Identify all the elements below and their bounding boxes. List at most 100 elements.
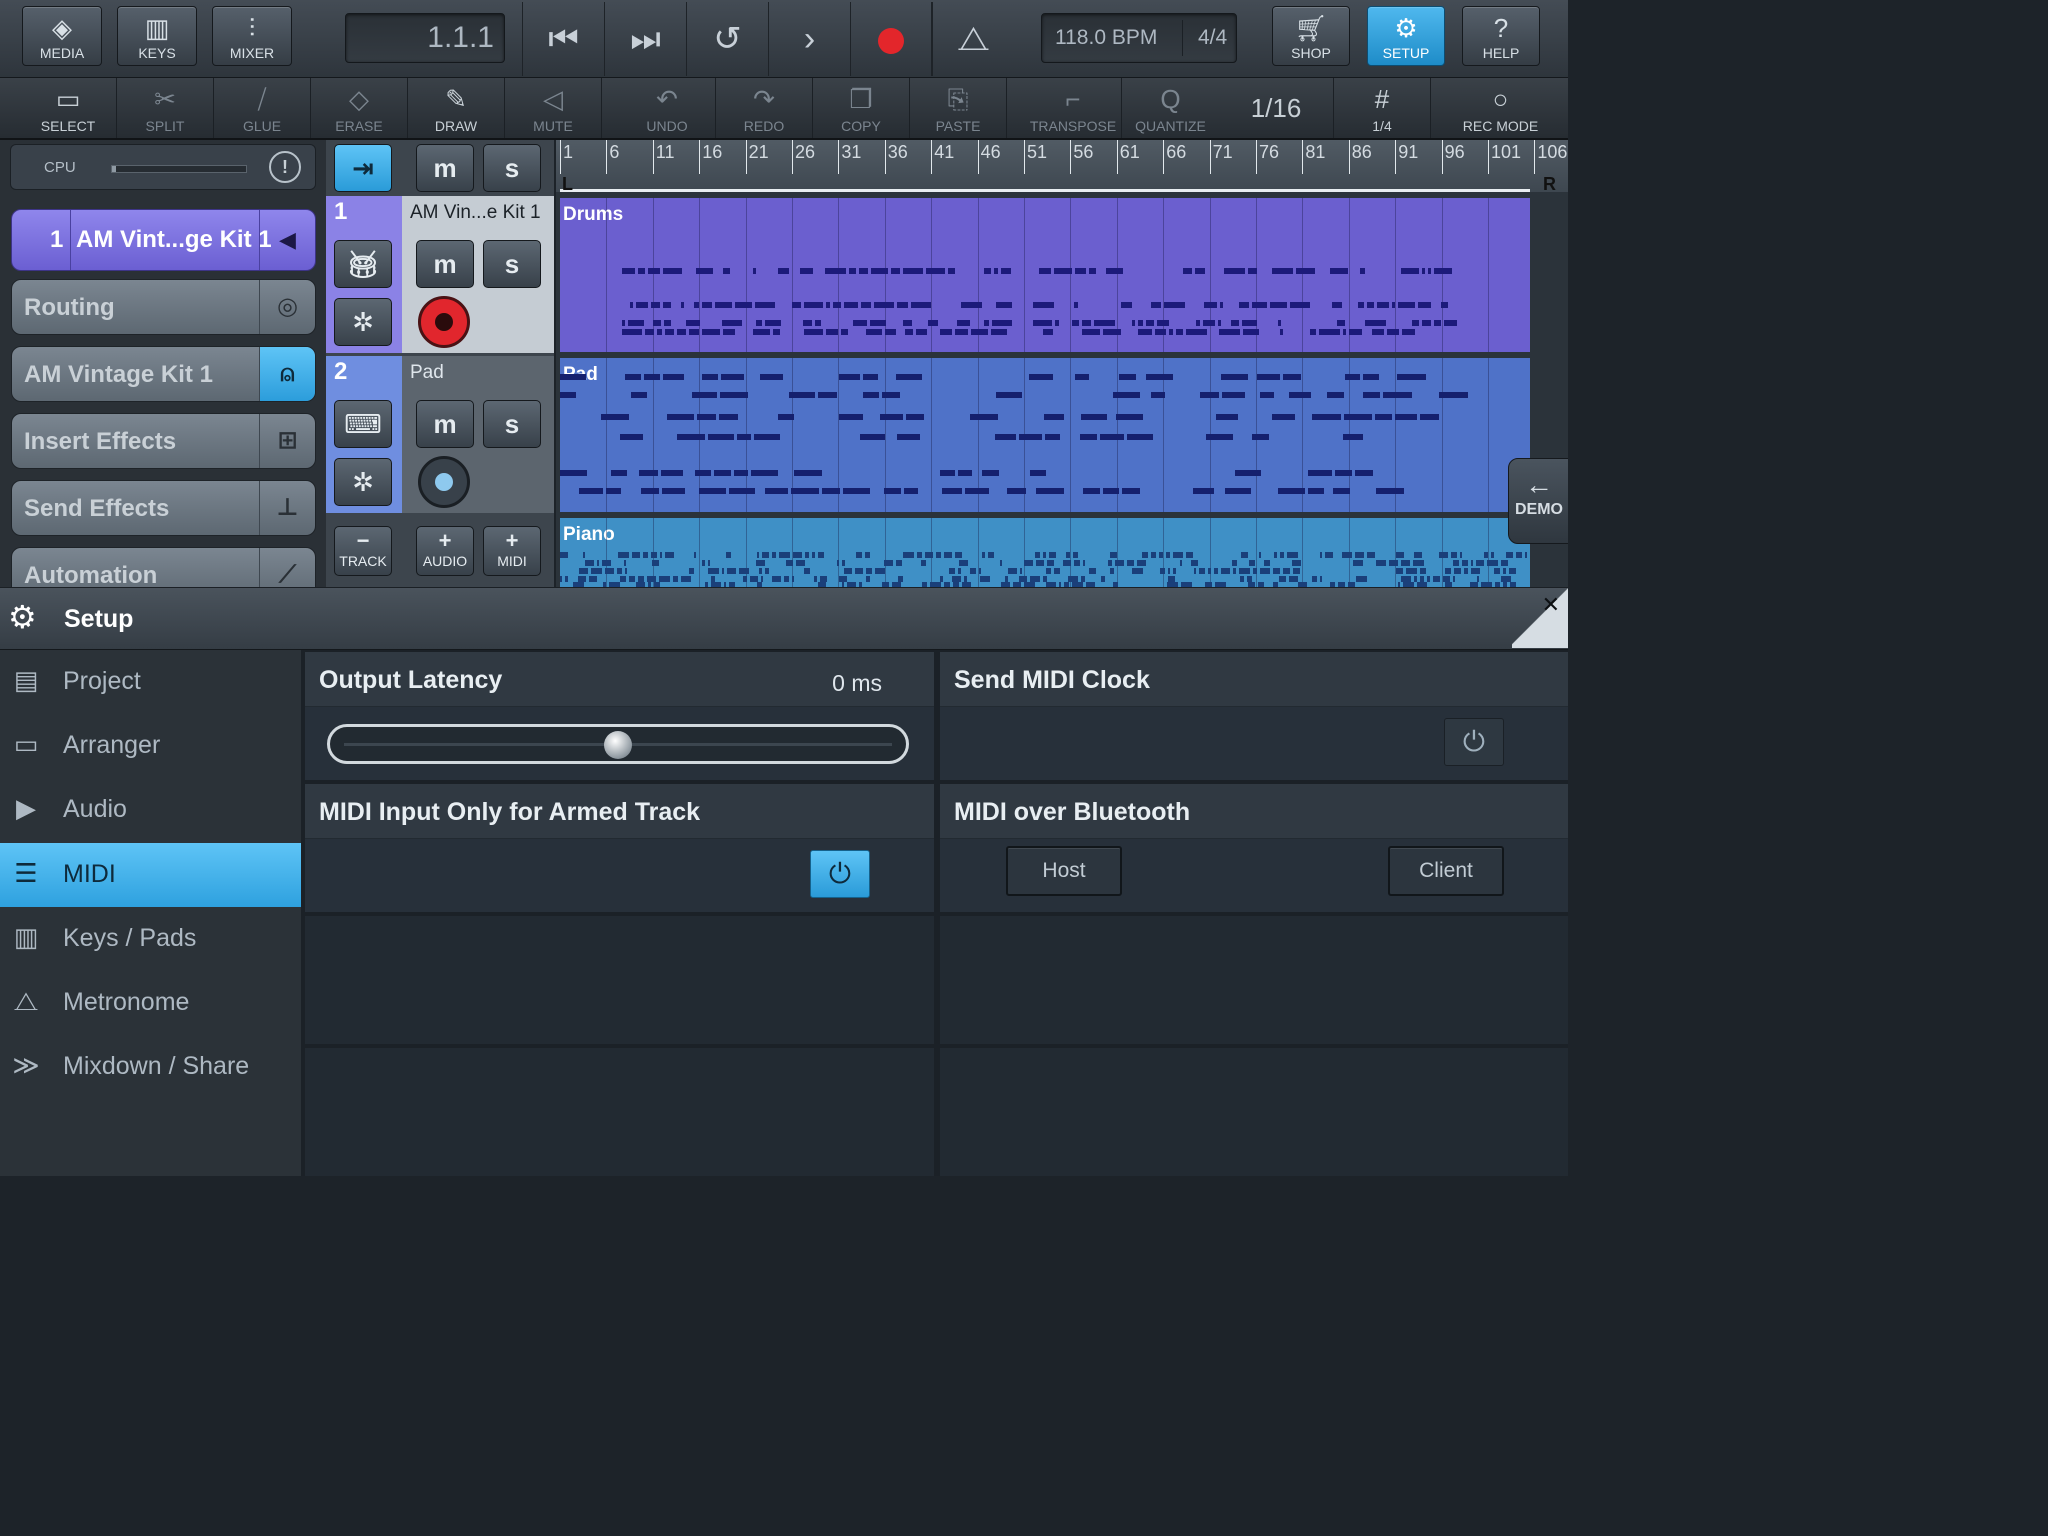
nav-audio[interactable]: ▶ Audio <box>0 778 301 842</box>
nav-project[interactable]: ▤ Project <box>0 650 301 714</box>
loop-button[interactable]: ↺ <box>686 2 768 76</box>
midi-note <box>641 488 659 494</box>
latency-slider[interactable] <box>327 724 909 764</box>
midi-note <box>944 552 952 558</box>
go-to-start-button[interactable]: ⏮ <box>522 2 604 76</box>
position-display[interactable]: 1.1.1 <box>345 13 505 63</box>
piano-lane[interactable]: Piano <box>560 518 1530 588</box>
track-2-mute-button[interactable]: m <box>416 400 474 448</box>
latency-slider-thumb[interactable] <box>604 731 632 759</box>
midi-note <box>1439 552 1448 558</box>
midi-note <box>1273 568 1280 574</box>
setup-button[interactable]: ⚙ SETUP <box>1367 6 1445 66</box>
drums-lane[interactable]: Drums <box>560 198 1530 352</box>
remove-track-button[interactable]: − TRACK <box>334 526 392 576</box>
midi-note <box>589 576 597 582</box>
track-1-record-arm[interactable] <box>418 296 470 348</box>
close-tab[interactable]: ✕ <box>1512 588 1568 648</box>
midi-note <box>1151 552 1156 558</box>
undo-button[interactable]: ↶ UNDO <box>619 78 716 138</box>
help-button[interactable]: ? HELP <box>1462 6 1540 66</box>
midi-note <box>866 329 882 335</box>
midi-note <box>970 414 998 420</box>
midi-note <box>754 434 780 440</box>
nav-mixdown-share[interactable]: ≫ Mixdown / Share <box>0 1035 301 1099</box>
go-to-end-button[interactable]: ⏭ <box>604 2 686 76</box>
track-view-toggle[interactable]: ⇥ <box>334 144 392 192</box>
rec-mode-button[interactable]: ○ REC MODE <box>1452 78 1549 138</box>
quantize-button[interactable]: Q QUANTIZE <box>1122 78 1219 138</box>
midi-input-armed-toggle[interactable]: ⏻ <box>810 850 870 898</box>
copy-button[interactable]: ❐ COPY <box>813 78 910 138</box>
ruler[interactable]: 1 6 11 16 21 26 31 36 41 46 51 56 61 66 71 76 81 86 91 96 10… <box>556 140 1568 195</box>
track-1-header[interactable]: 1 AM Vin...e Kit 1 🥁︎ m s ✲ <box>326 196 554 353</box>
bluetooth-host-button[interactable]: Host <box>1006 846 1122 896</box>
redo-button[interactable]: ↷ REDO <box>716 78 813 138</box>
cpu-warning-icon[interactable]: ! <box>269 151 301 183</box>
transpose-icon: ⌐ <box>1065 84 1081 114</box>
arranger[interactable]: 1 6 11 16 21 26 31 36 41 46 51 56 61 66 71 76 81 86 91 96 10… <box>556 140 1568 588</box>
midi-note <box>779 552 790 558</box>
tempo-display[interactable]: 118.0 BPM 4/4 <box>1041 13 1237 63</box>
midi-note <box>1367 552 1375 558</box>
track-2-header[interactable]: 2 Pad ⌨ m s ✲ <box>326 356 554 513</box>
keys-button[interactable]: ▥ KEYS <box>117 6 197 66</box>
redo-icon: ↷ <box>753 84 775 114</box>
transpose-button[interactable]: ⌐ TRANSPOSE <box>1025 78 1122 138</box>
instrument-button[interactable]: AM Vintage Kit 1 ⍝ <box>11 346 316 402</box>
track-1-solo-button[interactable]: s <box>483 240 541 288</box>
bluetooth-client-button[interactable]: Client <box>1388 846 1504 896</box>
left-locator[interactable]: L <box>562 174 573 195</box>
midi-note <box>1501 560 1508 566</box>
metronome-button[interactable]: ⧍ <box>932 2 1014 76</box>
draw-tool[interactable]: ✎ DRAW <box>408 78 505 138</box>
midi-note <box>1356 576 1367 582</box>
glue-tool[interactable]: ⧸ GLUE <box>214 78 311 138</box>
play-button[interactable]: › <box>768 2 850 76</box>
shop-button[interactable]: 🛒︎ SHOP <box>1272 6 1350 66</box>
mixer-button[interactable]: ⫶ MIXER <box>212 6 292 66</box>
select-tool[interactable]: ▭ SELECT <box>20 78 117 138</box>
quantize-value[interactable]: 1/16 <box>1219 78 1334 138</box>
nav-arranger[interactable]: ▭ Arranger <box>0 714 301 778</box>
erase-tool[interactable]: ◇ ERASE <box>311 78 408 138</box>
send-midi-clock-toggle[interactable]: ⏻ <box>1444 718 1504 766</box>
midi-note <box>1083 488 1100 494</box>
nav-keys-pads[interactable]: ▥ Keys / Pads <box>0 907 301 971</box>
record-button[interactable] <box>850 2 932 76</box>
track-1-mute-button[interactable]: m <box>416 240 474 288</box>
loop-range[interactable] <box>560 174 1530 192</box>
send-effects-button[interactable]: Send Effects ⊥ <box>11 480 316 536</box>
midi-note <box>1476 560 1484 566</box>
midi-note <box>1113 392 1140 398</box>
selected-track-button[interactable]: 1 AM Vint...ge Kit 1 ◀ <box>11 209 316 271</box>
midi-note <box>1441 302 1448 308</box>
media-button[interactable]: ◈ MEDIA <box>22 6 102 66</box>
nav-midi[interactable]: ☰ MIDI <box>0 843 301 907</box>
track-1-edit-button[interactable]: ✲ <box>334 298 392 346</box>
midi-note <box>1204 302 1217 308</box>
insert-effects-button[interactable]: Insert Effects ⊞ <box>11 413 316 469</box>
midi-note <box>605 568 614 574</box>
routing-button[interactable]: Routing ◎ <box>11 279 316 335</box>
track-2-record-arm[interactable] <box>418 456 470 508</box>
global-mute-button[interactable]: m <box>416 144 474 192</box>
drum-icon: 🥁︎ <box>334 240 392 288</box>
mute-tool[interactable]: ◁ MUTE <box>505 78 602 138</box>
track-2-edit-button[interactable]: ✲ <box>334 458 392 506</box>
nav-metronome[interactable]: ⧍ Metronome <box>0 971 301 1035</box>
midi-input-armed-setting: MIDI Input Only for Armed Track ⏻ <box>303 782 936 914</box>
split-tool[interactable]: ✂ SPLIT <box>117 78 214 138</box>
track-2-solo-button[interactable]: s <box>483 400 541 448</box>
midi-note <box>925 552 933 558</box>
global-solo-button[interactable]: s <box>483 144 541 192</box>
demo-button[interactable]: ← DEMO <box>1508 458 1568 544</box>
add-audio-track-button[interactable]: + AUDIO <box>416 526 474 576</box>
grid-button[interactable]: #1/4 <box>1334 78 1431 138</box>
right-locator[interactable]: R <box>1543 174 1556 195</box>
routing-icon: ◎ <box>259 280 315 334</box>
paste-button[interactable]: ⎘ PASTE <box>910 78 1007 138</box>
midi-note <box>662 488 685 494</box>
pad-lane[interactable]: Pad <box>560 358 1530 512</box>
add-midi-track-button[interactable]: + MIDI <box>483 526 541 576</box>
